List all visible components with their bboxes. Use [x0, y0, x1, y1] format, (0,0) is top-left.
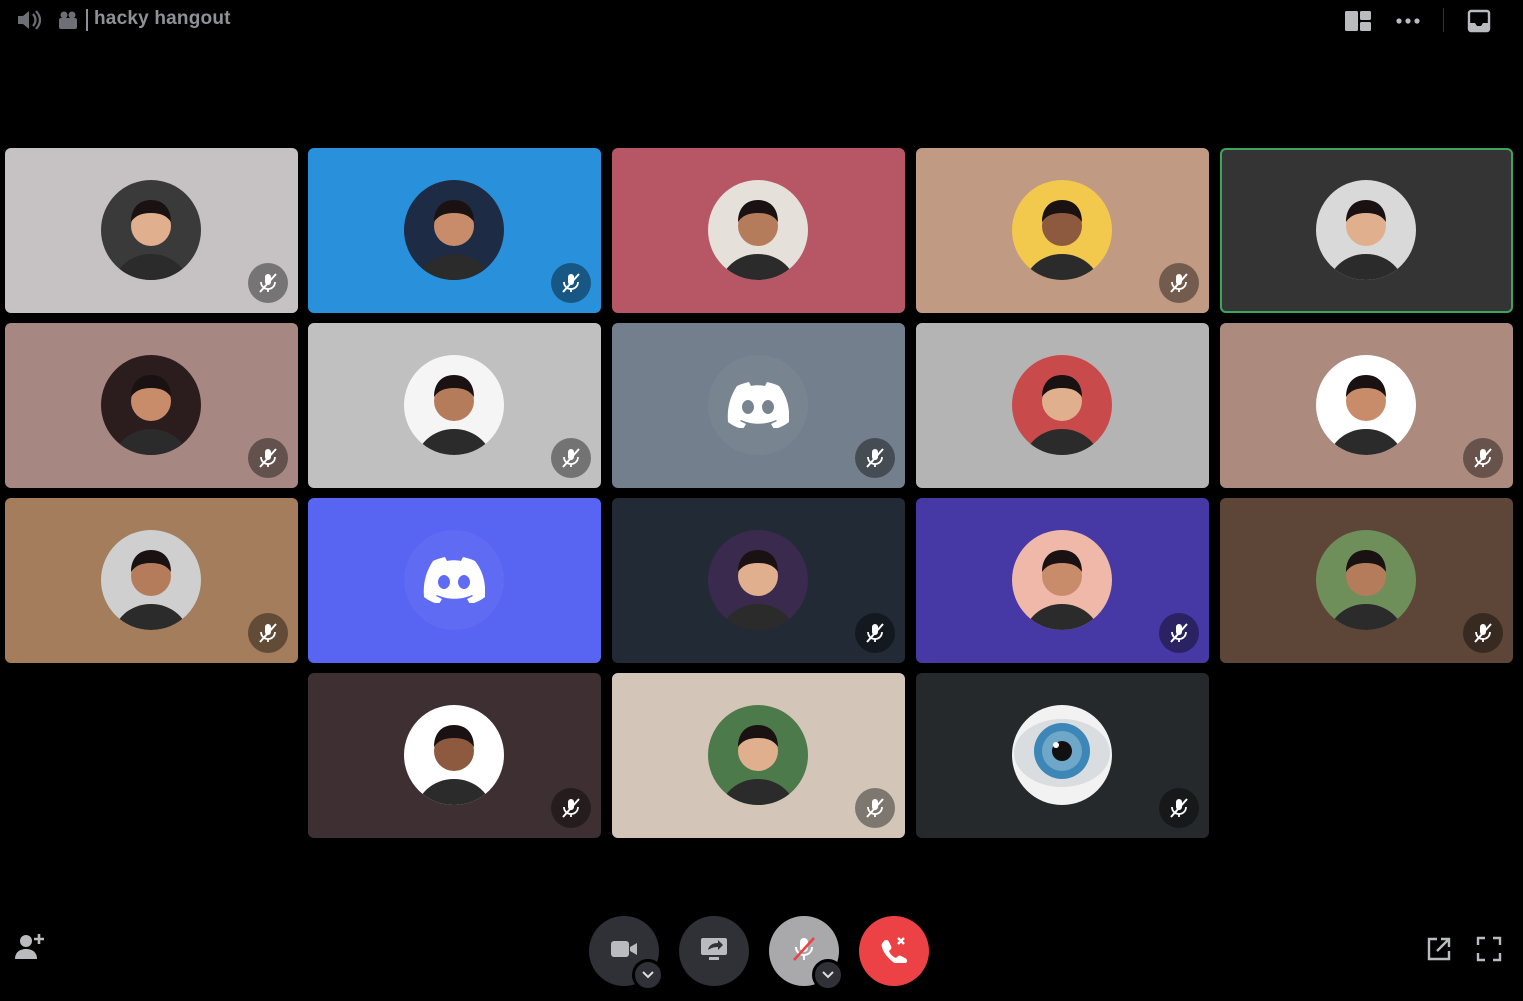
- mic-muted-icon: [248, 613, 288, 653]
- avatar: [101, 530, 201, 630]
- mic-muted-icon: [551, 263, 591, 303]
- avatar: [708, 705, 808, 805]
- channel-header: hacky hangout: [0, 0, 1523, 40]
- participant-tile[interactable]: [916, 323, 1209, 488]
- mic-muted-icon: [1159, 788, 1199, 828]
- discord-logo-icon: [708, 355, 808, 455]
- participant-tile[interactable]: [612, 498, 905, 663]
- avatar: [1316, 180, 1416, 280]
- participant-tile[interactable]: [1220, 498, 1513, 663]
- avatar: [708, 530, 808, 630]
- participant-tile[interactable]: [612, 323, 905, 488]
- inbox-icon[interactable]: [1466, 8, 1492, 34]
- participant-tile[interactable]: [612, 673, 905, 838]
- mic-muted-icon: [855, 438, 895, 478]
- disconnect-button[interactable]: [859, 916, 929, 986]
- participant-tile[interactable]: [308, 323, 601, 488]
- mic-muted-icon: [855, 613, 895, 653]
- participant-tile[interactable]: [308, 148, 601, 313]
- participant-tile[interactable]: [916, 148, 1209, 313]
- fullscreen-icon[interactable]: [1476, 936, 1502, 967]
- more-icon[interactable]: [1394, 8, 1422, 34]
- avatar: [1316, 530, 1416, 630]
- mute-button[interactable]: [769, 916, 844, 991]
- participant-tile[interactable]: [612, 148, 905, 313]
- avatar: [404, 705, 504, 805]
- avatar: [1012, 180, 1112, 280]
- participant-tile[interactable]: [308, 673, 601, 838]
- participant-tile[interactable]: [1220, 148, 1513, 313]
- participant-tile[interactable]: [5, 323, 298, 488]
- participant-tile[interactable]: [916, 498, 1209, 663]
- toolbar-divider: [1443, 8, 1444, 32]
- avatar: [1012, 355, 1112, 455]
- mic-muted-icon: [551, 438, 591, 478]
- mic-muted-icon: [248, 263, 288, 303]
- camera-icon[interactable]: [56, 8, 80, 32]
- participant-tile[interactable]: [5, 148, 298, 313]
- avatar: [1012, 530, 1112, 630]
- camera-icon: [610, 938, 638, 965]
- mic-muted-icon: [551, 788, 591, 828]
- grid-layout-icon[interactable]: [1344, 8, 1372, 34]
- popout-icon[interactable]: [1426, 936, 1452, 967]
- camera-button[interactable]: [589, 916, 664, 991]
- mic-muted-icon: [1159, 613, 1199, 653]
- mic-muted-icon: [248, 438, 288, 478]
- camera-options-chevron-icon[interactable]: [632, 959, 664, 991]
- participant-tile[interactable]: [308, 498, 601, 663]
- avatar: [708, 180, 808, 280]
- audio-options-chevron-icon[interactable]: [812, 959, 844, 991]
- avatar: [1316, 355, 1416, 455]
- mic-muted-icon: [855, 788, 895, 828]
- participant-tile[interactable]: [916, 673, 1209, 838]
- mic-muted-icon: [791, 935, 817, 968]
- mic-muted-icon: [1159, 263, 1199, 303]
- mic-muted-icon: [1463, 438, 1503, 478]
- avatar: [101, 180, 201, 280]
- screen-share-button[interactable]: [679, 916, 749, 986]
- title-divider: [86, 9, 88, 31]
- participant-tile[interactable]: [1220, 323, 1513, 488]
- mic-muted-icon: [1463, 613, 1503, 653]
- avatar: [404, 355, 504, 455]
- screen-share-icon: [699, 936, 729, 967]
- avatar: [101, 355, 201, 455]
- avatar: [404, 180, 504, 280]
- avatar: [1012, 705, 1112, 805]
- participant-tile[interactable]: [5, 498, 298, 663]
- add-friend-icon[interactable]: [14, 932, 46, 965]
- discord-logo-icon: [404, 530, 504, 630]
- speaker-icon[interactable]: [14, 6, 44, 34]
- channel-name: hacky hangout: [94, 8, 231, 29]
- phone-disconnect-icon: [879, 935, 909, 968]
